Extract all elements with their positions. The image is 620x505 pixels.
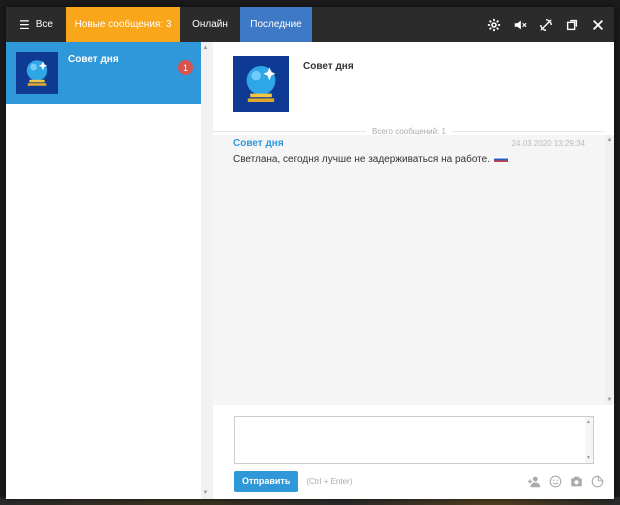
contact-name: Совет дня	[68, 54, 119, 65]
flag-icon	[493, 157, 508, 162]
chat-panel: Совет дня Всего сообщений: 1 Совет дня 2…	[213, 42, 614, 499]
chat-header: Совет дня	[213, 42, 614, 120]
gear-icon[interactable]	[486, 17, 502, 33]
restore-icon[interactable]	[564, 17, 580, 33]
message: Совет дня 24.03.2020 13:29:34 Светлана, …	[213, 135, 605, 168]
close-icon[interactable]	[590, 17, 606, 33]
window-tools	[486, 7, 606, 42]
chat-window: ☰ Все Новые сообщения: 3 Онлайн Последни…	[6, 7, 614, 499]
unread-badge: 1	[178, 60, 193, 75]
camera-icon[interactable]	[569, 474, 583, 488]
tab-new-messages[interactable]: Новые сообщения: 3	[66, 7, 180, 42]
tab-all-label: Все	[35, 19, 53, 30]
tab-online[interactable]: Онлайн	[180, 7, 240, 42]
message-author[interactable]: Совет дня	[233, 138, 284, 149]
mute-icon[interactable]	[512, 17, 528, 33]
composer-scrollbar[interactable]: ▲ ▼	[585, 417, 593, 463]
tab-recent[interactable]: Последние	[240, 7, 312, 42]
avatar	[16, 52, 58, 94]
send-button[interactable]: Отправить	[234, 470, 299, 492]
message-composer: ▲ ▼	[234, 416, 594, 464]
scroll-down-icon[interactable]: ▼	[586, 455, 591, 461]
message-list: Совет дня 24.03.2020 13:29:34 Светлана, …	[213, 135, 605, 405]
scroll-down-icon[interactable]: ▼	[202, 489, 209, 497]
message-time: 24.03.2020 13:29:34	[511, 139, 585, 148]
crystal-ball-icon	[246, 66, 276, 102]
message-input[interactable]	[235, 417, 593, 463]
divider-line	[451, 130, 605, 132]
scroll-up-icon[interactable]: ▲	[202, 44, 209, 52]
contact-list: Совет дня 1 ▲ ▼	[6, 42, 210, 499]
message-header: Совет дня 24.03.2020 13:29:34	[233, 138, 585, 149]
composer-tools	[527, 474, 604, 488]
smile-icon[interactable]	[548, 474, 562, 488]
tab-all[interactable]: ☰ Все	[6, 7, 66, 42]
tab-new-messages-label: Новые сообщения: 3	[74, 19, 172, 30]
message-text: Светлана, сегодня лучше не задерживаться…	[233, 154, 490, 165]
no-dnd-icon[interactable]	[538, 17, 554, 33]
tab-recent-label: Последние	[250, 19, 302, 30]
add-user-icon[interactable]	[527, 474, 541, 488]
divider-line	[213, 130, 367, 132]
scroll-up-icon[interactable]: ▲	[606, 136, 613, 144]
send-row: Отправить (Ctrl + Enter)	[234, 470, 604, 492]
contact-item[interactable]: Совет дня 1	[6, 42, 201, 104]
menu-icon: ☰	[19, 17, 30, 32]
scroll-up-icon[interactable]: ▲	[586, 419, 591, 425]
chat-title: Совет дня	[303, 61, 354, 72]
send-hint: (Ctrl + Enter)	[306, 476, 353, 486]
tab-online-label: Онлайн	[192, 19, 228, 30]
scroll-down-icon[interactable]: ▼	[606, 396, 613, 404]
contact-list-scrollbar[interactable]: ▲ ▼	[201, 42, 210, 499]
chat-avatar	[233, 56, 289, 112]
crystal-ball-icon	[26, 60, 48, 86]
message-scrollbar[interactable]: ▲ ▼	[605, 135, 614, 405]
top-bar: ☰ Все Новые сообщения: 3 Онлайн Последни…	[6, 7, 614, 42]
sticker-icon[interactable]	[590, 474, 604, 488]
message-text-row: Светлана, сегодня лучше не задерживаться…	[233, 154, 585, 165]
